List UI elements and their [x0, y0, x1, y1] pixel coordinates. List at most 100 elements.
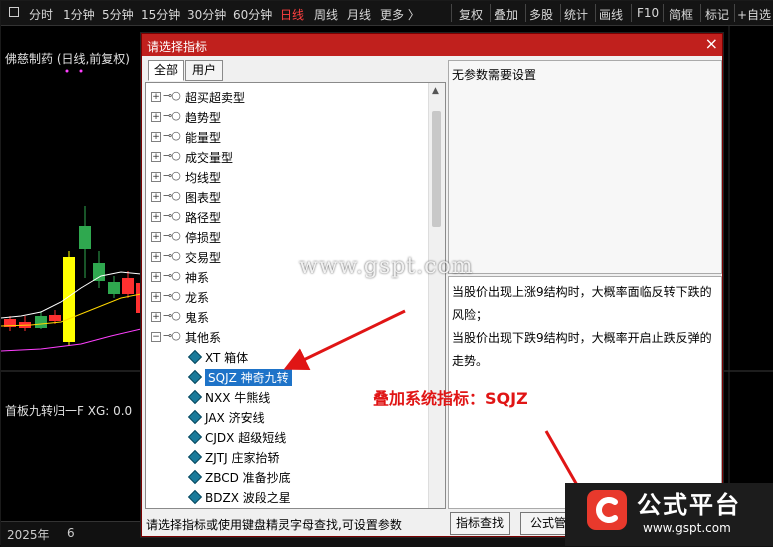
- logo-c-shape: [596, 497, 618, 523]
- tab-user[interactable]: 用户: [185, 60, 223, 81]
- folder-node-icon: ⊸○: [163, 269, 181, 282]
- tree-item-label: 路径型: [185, 211, 222, 225]
- expand-icon[interactable]: +: [151, 192, 161, 202]
- fuquan-button[interactable]: 复权: [459, 6, 483, 23]
- folder-node-icon: ⊸○: [163, 129, 181, 142]
- period-tab-15min[interactable]: 15分钟: [141, 6, 180, 23]
- candle-body: [49, 315, 61, 321]
- window-square-icon[interactable]: [9, 7, 19, 17]
- tree-scrollbar[interactable]: ▲: [428, 83, 445, 508]
- expand-icon[interactable]: +: [151, 112, 161, 122]
- expand-icon[interactable]: +: [151, 292, 161, 302]
- select-indicator-dialog: 请选择指标 × 全部 用户 ▲ + ⊸○ 超买超卖型 + ⊸○ 趋势型 + ⊸○ 能量型 + ⊸○ 成…: [141, 33, 723, 537]
- folder-node-icon: ⊸○: [163, 289, 181, 302]
- tree-item-label: 神系: [185, 271, 210, 285]
- tree-item-label: 趋势型: [185, 111, 222, 125]
- logo-c-icon: [587, 490, 627, 530]
- draw-line-button[interactable]: 画线: [599, 6, 623, 23]
- tree-item-label: 龙系: [185, 291, 210, 305]
- indicator-diamond-icon: [187, 449, 203, 465]
- period-tab-daily[interactable]: 日线: [280, 6, 304, 23]
- expand-icon[interactable]: +: [151, 132, 161, 142]
- folder-node-icon: ⊸○: [163, 329, 181, 342]
- signal-dot: [65, 69, 69, 73]
- simple-frame-button[interactable]: 简框: [669, 6, 693, 23]
- period-tab-fenshi[interactable]: 分时: [29, 6, 53, 23]
- indicator-diamond-icon: [187, 389, 203, 405]
- description-line: 风险；: [452, 308, 489, 322]
- f10-button[interactable]: F10: [637, 6, 659, 20]
- indicator-tree[interactable]: ▲ + ⊸○ 超买超卖型 + ⊸○ 趋势型 + ⊸○ 能量型 + ⊸○ 成交量型 + ⊸○ 均线型 + ⊸○ 图表…: [145, 82, 446, 509]
- stock-name-label: 佛慈制药 (日线,前复权): [5, 52, 130, 66]
- statistics-button[interactable]: 统计: [564, 6, 588, 23]
- params-panel: 无参数需要设置: [448, 60, 722, 274]
- tree-item-label: 其他系: [185, 331, 222, 345]
- tree-item-label: SQJZ 神奇九转: [205, 369, 292, 386]
- period-tab-60min[interactable]: 60分钟: [233, 6, 272, 23]
- multi-stock-button[interactable]: 多股: [529, 6, 553, 23]
- tree-item-label: 均线型: [185, 171, 222, 185]
- indicator-diamond-icon: [187, 469, 203, 485]
- folder-node-icon: ⊸○: [163, 229, 181, 242]
- tree-item-label: 成交量型: [185, 151, 234, 165]
- description-text: 当股价出现上涨9结构时，大概率面临反转下跌的 风险； 当股价出现下跌9结构时，大…: [452, 281, 718, 373]
- expand-icon[interactable]: +: [151, 312, 161, 322]
- tree-item-label: XT 箱体: [205, 351, 249, 365]
- expand-icon[interactable]: +: [151, 212, 161, 222]
- site-logo: 公式平台 www.gspt.com: [565, 483, 773, 546]
- folder-node-icon: ⊸○: [163, 249, 181, 262]
- month-label: 6: [67, 526, 75, 540]
- expand-icon[interactable]: +: [151, 92, 161, 102]
- indicator-diamond-icon: [187, 409, 203, 425]
- add-favorite-button[interactable]: +自选: [737, 6, 771, 23]
- params-text: 无参数需要设置: [452, 68, 537, 82]
- folder-node-icon: ⊸○: [163, 209, 181, 222]
- period-tab-5min[interactable]: 5分钟: [102, 6, 134, 23]
- tree-item-label: BDZX 波段之星: [205, 491, 291, 505]
- toolbar-divider: [631, 4, 632, 22]
- indicator-diamond-icon: [187, 429, 203, 445]
- signal-dot: [79, 69, 83, 73]
- folder-node-icon: ⊸○: [163, 89, 181, 102]
- close-icon[interactable]: ×: [705, 35, 718, 53]
- description-line: 走势。: [452, 354, 489, 368]
- expand-icon[interactable]: +: [151, 252, 161, 262]
- indicator-diamond-icon: [187, 489, 203, 505]
- expand-icon[interactable]: +: [151, 152, 161, 162]
- collapse-icon[interactable]: −: [151, 332, 161, 342]
- toolbar-divider: [595, 4, 596, 22]
- period-tab-weekly[interactable]: 周线: [314, 6, 338, 23]
- tree-item-label: 能量型: [185, 131, 222, 145]
- toolbar-divider: [700, 4, 701, 22]
- year-label: 2025年: [7, 528, 50, 542]
- annotation-text: 叠加系统指标：SQJZ: [373, 389, 528, 408]
- stock-title: 佛慈制药 (日线,前复权): [5, 50, 130, 67]
- toolbar-divider: [734, 4, 735, 22]
- scroll-up-icon[interactable]: ▲: [432, 86, 439, 96]
- expand-icon[interactable]: +: [151, 232, 161, 242]
- candle-body: [108, 282, 120, 294]
- period-tab-1min[interactable]: 1分钟: [63, 6, 95, 23]
- indicator-diamond-icon: [187, 349, 203, 365]
- expand-icon[interactable]: +: [151, 172, 161, 182]
- period-tab-monthly[interactable]: 月线: [347, 6, 371, 23]
- candle-body: [79, 226, 91, 249]
- mark-button[interactable]: 标记: [705, 6, 729, 23]
- toolbar-divider: [525, 4, 526, 22]
- tree-item-label: 超买超卖型: [185, 91, 246, 105]
- overlay-button[interactable]: 叠加: [494, 6, 518, 23]
- tab-all[interactable]: 全部: [148, 60, 184, 81]
- candle-body: [122, 278, 134, 294]
- toolbar-divider: [451, 4, 452, 22]
- logo-text: 公式平台: [637, 491, 741, 519]
- dialog-title-bar[interactable]: 请选择指标 ×: [142, 34, 722, 56]
- period-tab-30min[interactable]: 30分钟: [187, 6, 226, 23]
- folder-node-icon: ⊸○: [163, 169, 181, 182]
- period-tab-more[interactable]: 更多 〉: [380, 6, 420, 23]
- folder-node-icon: ⊸○: [163, 309, 181, 322]
- scrollbar-thumb[interactable]: [432, 111, 441, 227]
- find-indicator-button[interactable]: 指标查找: [450, 512, 510, 535]
- tree-item-label: 停损型: [185, 231, 222, 245]
- expand-icon[interactable]: +: [151, 272, 161, 282]
- tree-item-label: 图表型: [185, 191, 222, 205]
